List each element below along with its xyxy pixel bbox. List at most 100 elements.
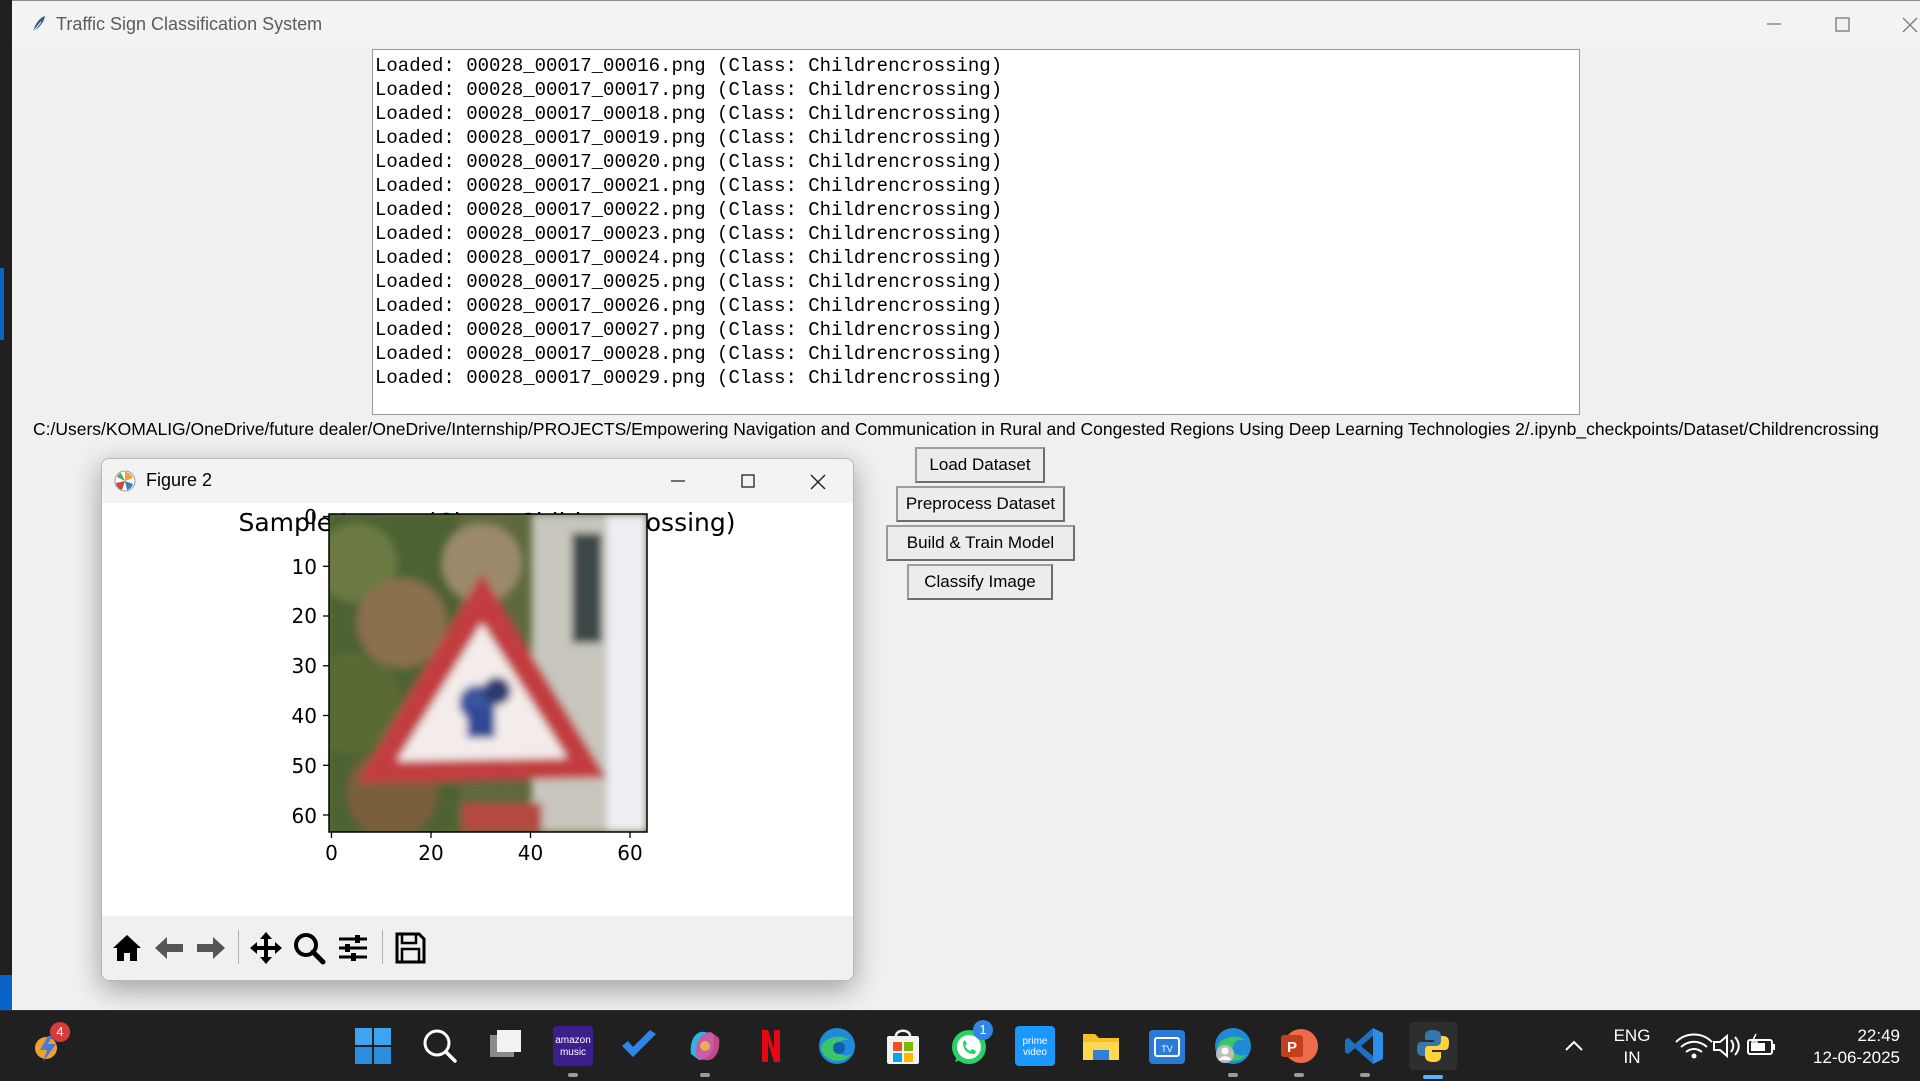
chevron-up-icon bbox=[1565, 1040, 1583, 1051]
system-tray-icons bbox=[1675, 1033, 1775, 1059]
close-button[interactable] bbox=[1876, 1, 1920, 47]
figure-maximize-button[interactable] bbox=[712, 459, 782, 503]
taskbar-task-view[interactable] bbox=[484, 1024, 528, 1068]
battery-icon bbox=[1747, 1033, 1775, 1055]
log-line: Loaded: 00028_00017_00026.png (Class: Ch… bbox=[375, 295, 1003, 317]
running-indicator bbox=[700, 1073, 710, 1077]
pan-icon[interactable] bbox=[248, 930, 284, 966]
svg-text:TV: TV bbox=[1161, 1044, 1173, 1054]
y-tick-label: 10 bbox=[292, 555, 317, 579]
y-tick-label: 50 bbox=[292, 754, 317, 778]
y-tick-label: 20 bbox=[292, 604, 317, 628]
x-tick-label: 60 bbox=[617, 841, 642, 865]
active-indicator bbox=[1423, 1075, 1443, 1079]
log-line: Loaded: 00028_00017_00017.png (Class: Ch… bbox=[375, 79, 1003, 101]
running-indicator bbox=[1228, 1073, 1238, 1077]
taskbar-todo[interactable] bbox=[617, 1024, 661, 1068]
running-indicator bbox=[1294, 1073, 1304, 1077]
video-label: video bbox=[1023, 1047, 1047, 1058]
plot-canvas[interactable]: Sample Image (Class: Childrencrossing) bbox=[102, 503, 853, 916]
taskbar-start[interactable] bbox=[351, 1024, 395, 1068]
figure-titlebar[interactable]: Figure 2 bbox=[102, 459, 853, 503]
powerpoint-icon: P bbox=[1281, 1029, 1318, 1063]
taskbar-tv-app[interactable]: TV bbox=[1145, 1024, 1189, 1068]
search-icon bbox=[423, 1029, 457, 1063]
log-line: Loaded: 00028_00017_00019.png (Class: Ch… bbox=[375, 127, 1003, 149]
log-line: Loaded: 00028_00017_00029.png (Class: Ch… bbox=[375, 367, 1003, 389]
zoom-icon[interactable] bbox=[291, 930, 327, 966]
taskbar-file-explorer[interactable] bbox=[1079, 1024, 1123, 1068]
clock[interactable]: 22:49 12-06-2025 bbox=[1784, 1024, 1906, 1068]
load-dataset-button[interactable]: Load Dataset bbox=[915, 447, 1045, 483]
minimize-icon bbox=[1767, 23, 1781, 25]
taskbar-netflix[interactable] bbox=[749, 1024, 793, 1068]
maximize-button[interactable] bbox=[1808, 1, 1876, 47]
home-icon[interactable] bbox=[109, 930, 145, 966]
file-explorer-icon bbox=[1083, 1034, 1119, 1060]
log-line: Loaded: 00028_00017_00021.png (Class: Ch… bbox=[375, 175, 1003, 197]
log-textbox[interactable]: Loaded: 00028_00017_00016.png (Class: Ch… bbox=[372, 49, 1580, 415]
todo-checkmark-icon bbox=[622, 1030, 656, 1057]
prime-label: prime bbox=[1022, 1036, 1047, 1047]
task-view-icon bbox=[490, 1030, 521, 1057]
music-label: music bbox=[560, 1047, 586, 1058]
maximize-icon bbox=[741, 474, 755, 488]
language-code: ENG bbox=[1613, 1026, 1651, 1045]
taskbar-widgets[interactable]: 4 bbox=[26, 1022, 70, 1068]
clock-time: 22:49 bbox=[1857, 1026, 1900, 1045]
taskbar-copilot[interactable] bbox=[683, 1024, 727, 1077]
taskbar-whatsapp[interactable]: 1 bbox=[947, 1020, 993, 1068]
build-train-model-button[interactable]: Build & Train Model bbox=[886, 525, 1075, 561]
taskbar-powerpoint[interactable]: P bbox=[1277, 1024, 1321, 1077]
taskbar-python[interactable] bbox=[1409, 1022, 1457, 1079]
widgets-badge: 4 bbox=[50, 1022, 70, 1042]
figure-minimize-button[interactable] bbox=[642, 459, 712, 503]
clock-date: 12-06-2025 bbox=[1813, 1048, 1900, 1067]
minimize-button[interactable] bbox=[1740, 1, 1808, 47]
log-line: Loaded: 00028_00017_00016.png (Class: Ch… bbox=[375, 55, 1003, 77]
log-line: Loaded: 00028_00017_00027.png (Class: Ch… bbox=[375, 319, 1003, 341]
close-icon bbox=[1902, 17, 1918, 33]
language-indicator[interactable]: ENG IN bbox=[1604, 1024, 1660, 1068]
log-line: Loaded: 00028_00017_00020.png (Class: Ch… bbox=[375, 151, 1003, 173]
log-line: Loaded: 00028_00017_00022.png (Class: Ch… bbox=[375, 199, 1003, 221]
classify-image-button[interactable]: Classify Image bbox=[907, 564, 1053, 600]
log-line: Loaded: 00028_00017_00018.png (Class: Ch… bbox=[375, 103, 1003, 125]
amazon-label: amazon bbox=[555, 1035, 591, 1046]
preprocess-dataset-button[interactable]: Preprocess Dataset bbox=[896, 486, 1065, 522]
taskbar-edge[interactable] bbox=[815, 1024, 859, 1068]
prime-video-icon: prime video bbox=[1015, 1026, 1055, 1066]
edge-profile-icon bbox=[1215, 1028, 1251, 1064]
taskbar-edge-profile[interactable] bbox=[1211, 1024, 1255, 1077]
figure-window: Figure 2 Sample Image (Class: Childrencr… bbox=[101, 458, 854, 981]
show-hidden-icons-button[interactable] bbox=[1554, 1024, 1594, 1068]
sample-traffic-sign-image bbox=[329, 514, 647, 832]
y-tick-label: 0 bbox=[304, 505, 317, 529]
taskbar-prime-video[interactable]: prime video bbox=[1013, 1024, 1057, 1068]
forward-icon[interactable] bbox=[193, 930, 229, 966]
main-titlebar[interactable]: Traffic Sign Classification System bbox=[12, 1, 1920, 47]
window-title: Traffic Sign Classification System bbox=[56, 14, 323, 34]
taskbar-amazon-music[interactable]: amazon music bbox=[551, 1024, 595, 1077]
toolbar-separator bbox=[238, 930, 239, 964]
netflix-icon bbox=[762, 1030, 780, 1062]
taskbar-store[interactable] bbox=[881, 1024, 925, 1068]
vscode-icon bbox=[1345, 1028, 1383, 1064]
edge-browser-icon bbox=[819, 1028, 855, 1064]
taskbar-search[interactable] bbox=[418, 1024, 462, 1068]
x-tick-label: 40 bbox=[518, 841, 543, 865]
log-line: Loaded: 00028_00017_00025.png (Class: Ch… bbox=[375, 271, 1003, 293]
x-tick-label: 20 bbox=[418, 841, 443, 865]
back-icon[interactable] bbox=[151, 930, 187, 966]
wifi-icon bbox=[1675, 1033, 1713, 1059]
taskbar-vscode[interactable] bbox=[1343, 1024, 1387, 1077]
maximize-icon bbox=[1835, 17, 1850, 32]
save-icon[interactable] bbox=[392, 930, 428, 966]
configure-icon[interactable] bbox=[335, 930, 371, 966]
figure-close-button[interactable] bbox=[782, 459, 852, 503]
matplotlib-icon bbox=[114, 470, 136, 492]
close-icon bbox=[810, 474, 826, 490]
y-axis: 0 10 20 30 40 50 60 bbox=[292, 505, 329, 828]
system-status-tray[interactable] bbox=[1670, 1024, 1780, 1068]
log-line: Loaded: 00028_00017_00023.png (Class: Ch… bbox=[375, 223, 1003, 245]
